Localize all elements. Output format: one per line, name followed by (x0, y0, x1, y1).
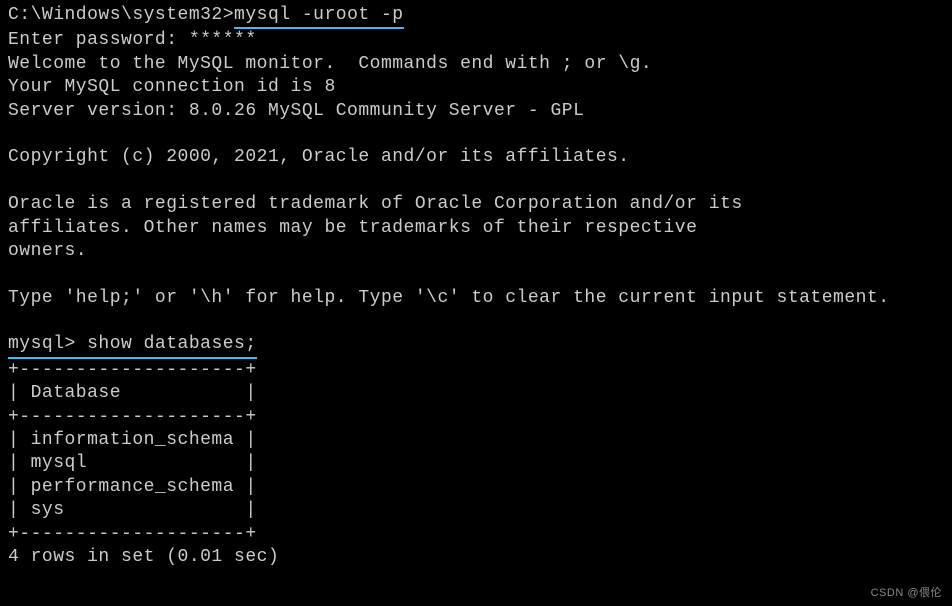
table-border-bottom: +--------------------+ (8, 523, 944, 546)
welcome-text-3: Server version: 8.0.26 MySQL Community S… (8, 100, 944, 123)
trademark-line-3: owners. (8, 240, 944, 263)
blank-line (8, 263, 944, 286)
enter-password-line: Enter password: ****** (8, 29, 944, 52)
table-row: | sys | (8, 499, 944, 522)
trademark-line-2: affiliates. Other names may be trademark… (8, 217, 944, 240)
table-header-row: | Database | (8, 382, 944, 405)
table-border-mid: +--------------------+ (8, 406, 944, 429)
welcome-text-2: Your MySQL connection id is 8 (8, 76, 944, 99)
blank-line (8, 123, 944, 146)
table-row: | performance_schema | (8, 476, 944, 499)
table-row: | information_schema | (8, 429, 944, 452)
result-summary: 4 rows in set (0.01 sec) (8, 546, 944, 569)
mysql-show-databases-command[interactable]: mysql> show databases; (8, 333, 257, 358)
mysql-prompt-line: mysql> show databases; (8, 333, 944, 358)
watermark-text: CSDN @偎伦 (871, 586, 942, 600)
command-prompt-line: C:\Windows\system32>mysql -uroot -p (8, 4, 944, 29)
help-line: Type 'help;' or '\h' for help. Type '\c'… (8, 287, 944, 310)
copyright-line: Copyright (c) 2000, 2021, Oracle and/or … (8, 146, 944, 169)
show-databases-text: show databases; (87, 334, 257, 354)
welcome-text-1: Welcome to the MySQL monitor. Commands e… (8, 53, 944, 76)
table-border-top: +--------------------+ (8, 359, 944, 382)
mysql-login-command[interactable]: mysql -uroot -p (234, 4, 404, 29)
trademark-line-1: Oracle is a registered trademark of Orac… (8, 193, 944, 216)
table-row: | mysql | (8, 452, 944, 475)
prompt-path: C:\Windows\system32> (8, 5, 234, 25)
mysql-prompt: mysql> (8, 334, 87, 354)
blank-line (8, 310, 944, 333)
blank-line (8, 170, 944, 193)
